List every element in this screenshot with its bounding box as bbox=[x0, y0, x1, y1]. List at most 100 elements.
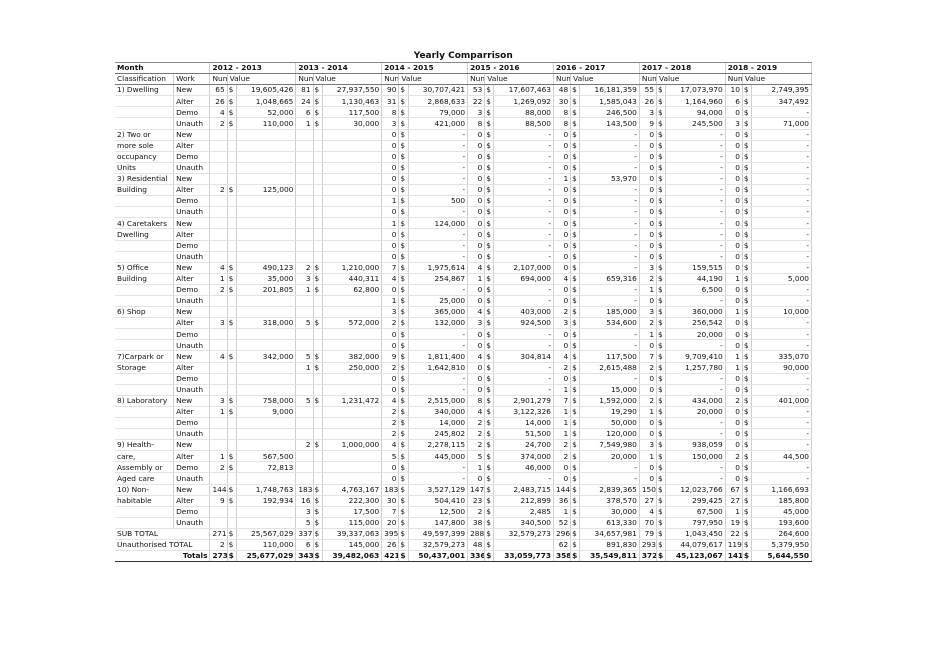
value-cell: - bbox=[493, 240, 554, 252]
classification-cell: Assembly or bbox=[115, 461, 175, 474]
value-cell: 88,500 bbox=[493, 117, 554, 130]
value-cell: - bbox=[493, 162, 554, 174]
value-cell: 2,839,365 bbox=[579, 483, 640, 496]
value-cell: 17,500 bbox=[322, 506, 383, 518]
table-row: Unauth 0 $ -0 $ -0 $ -0 $ -0 $ - bbox=[115, 251, 812, 263]
currency-cell: $ bbox=[484, 472, 495, 485]
row-label: Unauthorised TOTAL bbox=[115, 539, 211, 552]
value-cell: 245,802 bbox=[408, 428, 469, 441]
currency-cell: $ bbox=[656, 373, 667, 385]
currency-cell: $ bbox=[484, 350, 495, 363]
currency-cell: $ bbox=[742, 184, 753, 197]
currency-cell bbox=[227, 162, 237, 174]
currency-cell: $ bbox=[742, 84, 753, 97]
value-cell: 212,899 bbox=[493, 495, 554, 507]
num-cell: 1 bbox=[638, 450, 658, 463]
value-cell bbox=[322, 128, 383, 141]
num-cell: 144 bbox=[552, 483, 572, 496]
currency-cell bbox=[313, 373, 323, 385]
value-cell: - bbox=[579, 240, 640, 252]
currency-cell bbox=[227, 517, 237, 529]
value-cell: 340,500 bbox=[493, 517, 554, 529]
currency-cell: $ bbox=[484, 206, 495, 219]
currency-cell bbox=[313, 206, 323, 219]
year-header: 2012 - 2013 bbox=[209, 62, 297, 75]
num-cell: 4 bbox=[209, 106, 228, 119]
currency-cell: $ bbox=[484, 517, 495, 529]
num-cell: 0 bbox=[467, 162, 486, 174]
unauthorised-total-row: Unauthorised TOTAL 2 $110,000 6 $145,000 26 $3… bbox=[115, 539, 812, 552]
num-cell: 7 bbox=[381, 261, 400, 274]
value-cell: 17,607,463 bbox=[493, 84, 554, 97]
value-cell: 30,000 bbox=[579, 506, 640, 518]
value-cell: - bbox=[751, 284, 812, 296]
num-cell: 2 bbox=[467, 428, 486, 441]
value-cell bbox=[322, 461, 383, 474]
num-cell: 0 bbox=[552, 472, 572, 485]
currency-cell: $ bbox=[742, 284, 753, 296]
currency-cell: $ bbox=[656, 128, 667, 141]
num-cell bbox=[295, 172, 314, 186]
num-cell: 0 bbox=[552, 195, 572, 208]
work-cell: Unauth bbox=[173, 472, 211, 485]
currency-cell: $ bbox=[227, 184, 237, 197]
num-cell: 0 bbox=[381, 184, 400, 197]
currency-cell: $ bbox=[484, 117, 495, 130]
value-cell bbox=[322, 306, 383, 319]
currency-cell: $ bbox=[656, 117, 667, 130]
value-cell: - bbox=[579, 228, 640, 241]
value-cell: - bbox=[408, 206, 469, 219]
num-cell: 90 bbox=[381, 84, 400, 97]
currency-cell: $ bbox=[656, 461, 667, 474]
work-cell: Unauth bbox=[173, 428, 211, 441]
value-cell: - bbox=[751, 162, 812, 174]
num-cell: 0 bbox=[381, 140, 400, 152]
num-cell: 0 bbox=[724, 295, 743, 308]
num-cell: 2 bbox=[467, 506, 486, 518]
value-cell: - bbox=[408, 128, 469, 141]
currency-cell: $ bbox=[656, 328, 667, 341]
year-header: 2013 - 2014 bbox=[295, 62, 383, 75]
table-row: Demo 3 $17,500 7 $12,500 2 $2,485 1 $30,000 4 $67,… bbox=[115, 506, 812, 518]
table-row: 10) Non- New 144 $1,748,763 183 $4,763,167 183… bbox=[115, 483, 812, 496]
work-cell: New bbox=[173, 439, 211, 452]
value-cell: - bbox=[493, 217, 554, 230]
num-cell: 0 bbox=[724, 184, 743, 197]
currency-cell: $ bbox=[656, 450, 667, 463]
table-row: Unauth 1 $25,000 0 $ -0 $ -0 $ -0 $ - bbox=[115, 295, 812, 308]
value-cell: 254,867 bbox=[408, 273, 469, 285]
value-cell bbox=[322, 417, 383, 430]
work-cell: New bbox=[173, 172, 211, 186]
num-cell: 3 bbox=[638, 439, 658, 452]
num-cell bbox=[295, 128, 314, 141]
currency-cell: $ bbox=[656, 527, 667, 541]
currency-cell: $ bbox=[484, 95, 495, 108]
currency-cell: $ bbox=[742, 128, 753, 141]
currency-cell: $ bbox=[570, 217, 581, 230]
num-cell: 0 bbox=[724, 384, 743, 396]
currency-cell: $ bbox=[742, 417, 753, 430]
num-cell: 0 bbox=[467, 472, 486, 485]
table-row: Demo 1 $500 0 $ -0 $ -0 $ -0 $ - bbox=[115, 195, 812, 208]
value-cell bbox=[322, 251, 383, 263]
value-cell: - bbox=[579, 261, 640, 274]
value-cell: 1,166,693 bbox=[751, 483, 812, 496]
currency-cell: $ bbox=[398, 172, 409, 186]
value-cell: - bbox=[408, 240, 469, 252]
num-cell bbox=[209, 217, 228, 230]
year-header: 2014 - 2015 bbox=[381, 62, 469, 75]
classification-cell bbox=[115, 317, 175, 330]
num-cell: 0 bbox=[724, 206, 743, 219]
work-cell: Demo bbox=[173, 195, 211, 208]
num-cell bbox=[295, 406, 314, 419]
currency-cell bbox=[227, 240, 237, 252]
num-header: Num bbox=[467, 73, 486, 86]
num-cell: 0 bbox=[467, 328, 486, 341]
table-row: Alter 26 $1,048,665 24 $1,130,463 31 $2,868,63… bbox=[115, 95, 812, 108]
value-cell bbox=[236, 206, 297, 219]
num-cell bbox=[209, 151, 228, 163]
num-cell: 0 bbox=[552, 151, 572, 163]
num-cell: 144 bbox=[209, 483, 228, 496]
value-cell: 16,181,359 bbox=[579, 84, 640, 97]
classification-cell bbox=[115, 251, 175, 263]
